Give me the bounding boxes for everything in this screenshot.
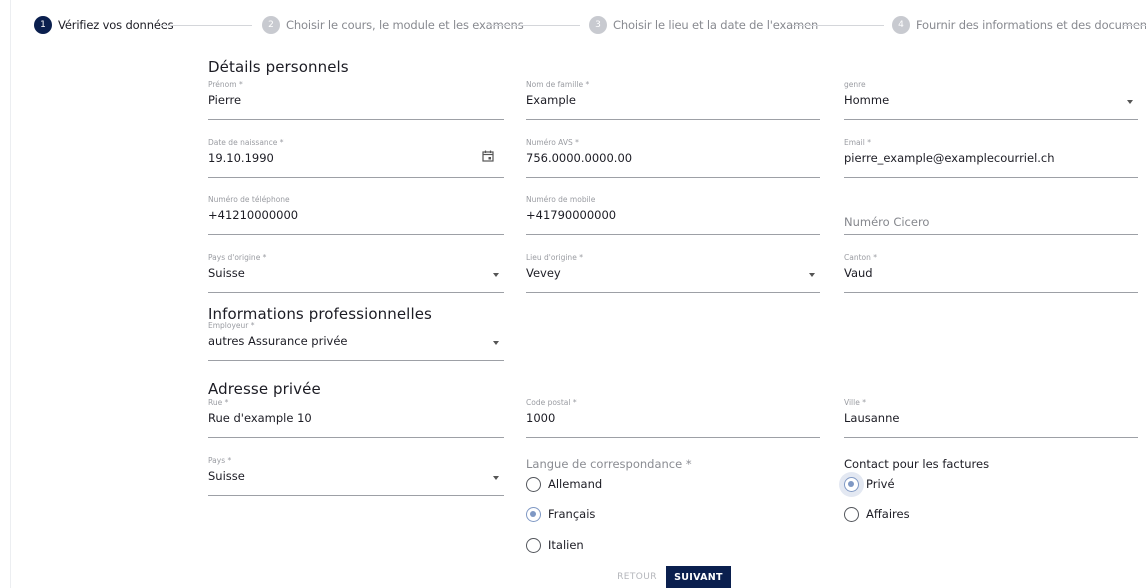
genre-value: Homme xyxy=(844,93,890,107)
step-3-number: 3 xyxy=(589,16,607,34)
back-button[interactable]: RETOUR xyxy=(614,566,660,588)
next-button[interactable]: SUIVANT xyxy=(666,566,731,588)
radio-italien-label: Italien xyxy=(548,538,584,552)
chevron-down-icon xyxy=(809,273,815,277)
rue-label: Rue * xyxy=(208,398,229,407)
nom-value: Example xyxy=(526,93,576,107)
facturation-title: Contact pour les factures xyxy=(844,457,990,471)
genre-label: genre xyxy=(844,80,866,89)
rue-field[interactable]: Rue * Rue d'example 10 xyxy=(208,398,504,438)
section-title-address: Adresse privée xyxy=(208,380,321,398)
pays-origine-value: Suisse xyxy=(208,266,245,280)
radio-francais-label: Français xyxy=(548,507,596,521)
radio-affaires-label: Affaires xyxy=(866,507,910,521)
lieu-origine-label: Lieu d'origine * xyxy=(526,253,583,262)
step-connector xyxy=(1122,25,1146,26)
email-value: pierre_example@examplecourriel.ch xyxy=(844,151,1055,165)
step-2[interactable]: 2 Choisir le cours, le module et les exa… xyxy=(262,16,524,34)
radio-italien[interactable]: Italien xyxy=(526,535,584,555)
lieu-origine-select[interactable]: Lieu d'origine * Vevey xyxy=(526,253,820,293)
step-connector xyxy=(160,25,252,26)
langue-title: Langue de correspondance * xyxy=(526,457,692,471)
date-naissance-field[interactable]: Date de naissance * 19.10.1990 xyxy=(208,138,504,178)
canton-field[interactable]: Canton * Vaud xyxy=(844,253,1138,293)
radio-francais[interactable]: Français xyxy=(526,504,595,524)
pays-select[interactable]: Pays * Suisse xyxy=(208,456,504,496)
mobile-field[interactable]: Numéro de mobile +41790000000 xyxy=(526,195,820,235)
chevron-down-icon xyxy=(493,476,499,480)
rue-value: Rue d'example 10 xyxy=(208,411,312,425)
date-naissance-value: 19.10.1990 xyxy=(208,151,274,165)
radio-button[interactable] xyxy=(844,506,859,522)
step-connector xyxy=(488,25,580,26)
chevron-down-icon xyxy=(1127,100,1133,104)
step-2-number: 2 xyxy=(262,16,280,34)
pays-value: Suisse xyxy=(208,469,245,483)
step-1[interactable]: 1 Vérifiez vos données xyxy=(34,16,174,34)
email-label: Email * xyxy=(844,138,871,147)
radio-affaires[interactable]: Affaires xyxy=(844,504,910,524)
employeur-select[interactable]: Employeur * autres Assurance privée xyxy=(208,321,504,361)
mobile-label: Numéro de mobile xyxy=(526,195,596,204)
mobile-value: +41790000000 xyxy=(526,208,617,222)
canton-value: Vaud xyxy=(844,266,873,280)
nom-field[interactable]: Nom de famille * Example xyxy=(526,80,820,120)
page-border xyxy=(10,0,11,588)
lieu-origine-value: Vevey xyxy=(526,266,561,280)
date-naissance-label: Date de naissance * xyxy=(208,138,284,147)
radio-prive[interactable]: Privé xyxy=(844,474,895,494)
pays-origine-select[interactable]: Pays d'origine * Suisse xyxy=(208,253,504,293)
telephone-value: +41210000000 xyxy=(208,208,299,222)
prenom-label: Prénom * xyxy=(208,80,243,89)
pays-origine-label: Pays d'origine * xyxy=(208,253,267,262)
cicero-placeholder: Numéro Cicero xyxy=(844,215,930,229)
radio-allemand-label: Allemand xyxy=(548,477,603,491)
chevron-down-icon xyxy=(493,341,499,345)
avs-label: Numéro AVS * xyxy=(526,138,579,147)
radio-button[interactable] xyxy=(526,537,541,553)
employeur-value: autres Assurance privée xyxy=(208,334,348,348)
prenom-field[interactable]: Prénom * Pierre xyxy=(208,80,504,120)
step-1-number: 1 xyxy=(34,16,52,34)
chevron-down-icon xyxy=(493,273,499,277)
section-title-personal: Détails personnels xyxy=(208,58,349,76)
radio-button[interactable] xyxy=(526,476,541,492)
step-4[interactable]: 4 Fournir des informations et des docume… xyxy=(892,16,1146,34)
calendar-icon[interactable] xyxy=(482,150,494,162)
radio-allemand[interactable]: Allemand xyxy=(526,474,602,494)
avs-value: 756.0000.0000.00 xyxy=(526,151,633,165)
email-field[interactable]: Email * pierre_example@examplecourriel.c… xyxy=(844,138,1138,178)
cicero-field[interactable]: Numéro Cicero xyxy=(844,195,1138,235)
code-postal-field[interactable]: Code postal * 1000 xyxy=(526,398,820,438)
ville-value: Lausanne xyxy=(844,411,900,425)
canton-label: Canton * xyxy=(844,253,878,262)
telephone-field[interactable]: Numéro de téléphone +41210000000 xyxy=(208,195,504,235)
radio-prive-label: Privé xyxy=(866,477,895,491)
prenom-value: Pierre xyxy=(208,93,242,107)
avs-field[interactable]: Numéro AVS * 756.0000.0000.00 xyxy=(526,138,820,178)
code-postal-value: 1000 xyxy=(526,411,556,425)
ville-field[interactable]: Ville * Lausanne xyxy=(844,398,1138,438)
genre-select[interactable]: genre Homme xyxy=(844,80,1138,120)
step-3-label: Choisir le lieu et la date de l'examen xyxy=(613,18,819,32)
employeur-label: Employeur * xyxy=(208,321,255,330)
step-connector xyxy=(792,25,884,26)
pays-label: Pays * xyxy=(208,456,232,465)
step-1-label: Vérifiez vos données xyxy=(58,18,174,32)
step-3[interactable]: 3 Choisir le lieu et la date de l'examen xyxy=(589,16,818,34)
radio-button[interactable] xyxy=(526,506,541,522)
radio-button[interactable] xyxy=(844,476,859,492)
telephone-label: Numéro de téléphone xyxy=(208,195,290,204)
step-4-number: 4 xyxy=(892,16,910,34)
code-postal-label: Code postal * xyxy=(526,398,577,407)
ville-label: Ville * xyxy=(844,398,866,407)
nom-label: Nom de famille * xyxy=(526,80,590,89)
step-4-label: Fournir des informations et des document… xyxy=(916,18,1146,32)
